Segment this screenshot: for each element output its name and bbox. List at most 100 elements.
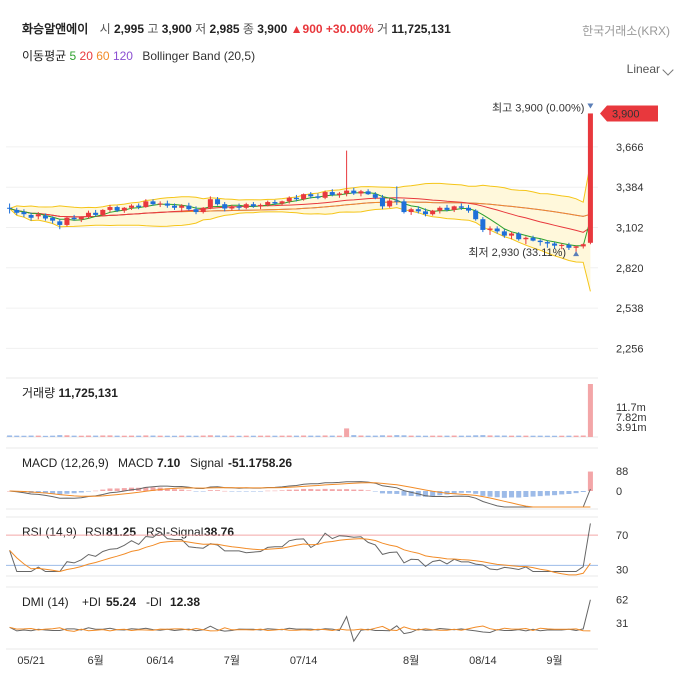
volume-bar — [537, 435, 543, 437]
candle-body — [64, 217, 70, 225]
rsi-y-tick: 70 — [616, 530, 628, 542]
candle-body — [587, 113, 593, 243]
dmi-mdi-label: -DI — [146, 595, 162, 609]
rsi-signal-line — [9, 538, 591, 576]
volume-bar — [580, 435, 586, 437]
macd-hist-bar — [272, 490, 278, 492]
macd-hist-bar — [365, 490, 371, 491]
candle-body — [21, 212, 27, 215]
price-y-tick: 3,384 — [616, 182, 644, 194]
macd-hist-bar — [458, 491, 464, 493]
macd-hist-bar — [172, 489, 178, 491]
macd-hist-bar — [236, 491, 242, 492]
volume-bar — [150, 435, 156, 437]
volume-bar — [544, 435, 550, 437]
volume-bar — [258, 435, 264, 437]
candle-body — [566, 244, 572, 248]
macd-hist-bar — [372, 491, 378, 492]
candle-body — [544, 242, 550, 244]
candle-body — [458, 206, 464, 208]
volume-bar — [523, 435, 529, 437]
candle-body — [114, 207, 120, 211]
candle-body — [365, 191, 371, 195]
volume-bar — [573, 435, 579, 437]
candle-body — [573, 246, 579, 248]
volume-bar — [387, 435, 393, 437]
candle-body — [430, 210, 436, 215]
x-axis-tick: 7월 — [224, 654, 240, 667]
macd-hist-bar — [222, 490, 228, 492]
volume-bar — [451, 435, 457, 437]
macd-hist-bar — [587, 471, 593, 491]
volume-bar — [552, 435, 558, 437]
candle-body — [222, 204, 228, 209]
macd-hist-bar — [516, 491, 522, 498]
dmi-pdi-value: 55.24 — [106, 595, 136, 609]
candle-body — [422, 211, 428, 215]
candle-body — [207, 199, 213, 208]
candle-body — [580, 244, 586, 247]
macd-hist-bar — [258, 491, 264, 492]
dmi-y-tick: 31 — [616, 618, 628, 630]
candle-body — [344, 190, 350, 194]
volume-panel-label: 거래량 11,725,131 — [22, 386, 118, 400]
volume-bar — [172, 435, 178, 437]
stock-chart[interactable]: 3,666 3,384 3,102 2,820 2,538 2,256 최고 3,900 (… — [0, 0, 680, 697]
macd-hist-bar — [387, 491, 393, 494]
candle-body — [193, 209, 199, 213]
macd-hist-bar — [315, 489, 321, 491]
volume-bar — [286, 435, 292, 437]
macd-hist-bar — [358, 489, 364, 491]
volume-bar — [415, 435, 421, 437]
macd-hist-bar — [487, 491, 493, 497]
volume-bar — [372, 435, 378, 437]
volume-bar — [207, 435, 213, 437]
candle-body — [215, 199, 221, 205]
volume-bar — [344, 428, 350, 437]
dmi-y-tick: 62 — [616, 595, 628, 607]
macd-hist-bar — [71, 491, 77, 494]
candle-body — [186, 205, 192, 210]
volume-bar — [530, 435, 536, 437]
volume-bar — [293, 435, 299, 437]
candle-body — [229, 206, 235, 209]
volume-bar — [28, 435, 34, 437]
macd-hist-bar — [243, 491, 249, 492]
volume-bar — [107, 435, 113, 437]
candle-body — [372, 194, 378, 198]
volume-bar — [308, 435, 314, 437]
volume-bar — [279, 435, 285, 437]
macd-hist-bar — [473, 491, 479, 494]
macd-value-label: MACD — [118, 456, 154, 470]
candle-body — [437, 207, 443, 211]
candle-body — [172, 205, 178, 208]
candle-body — [401, 201, 407, 213]
candle-body — [179, 205, 185, 208]
candle-body — [243, 204, 249, 208]
rsi-signal-label: RSI-Signal — [146, 525, 203, 539]
macd-hist-bar — [537, 491, 543, 497]
macd-hist-bar — [544, 491, 550, 496]
macd-hist-bar — [336, 489, 342, 491]
volume-bar — [121, 435, 127, 437]
volume-bar — [408, 435, 414, 437]
volume-bar — [215, 435, 221, 437]
volume-y-tick: 3.91m — [616, 422, 647, 434]
candle-body — [78, 217, 84, 220]
candle-body — [559, 244, 565, 246]
volume-bar — [7, 435, 13, 437]
volume-bar — [42, 435, 48, 437]
volume-bar — [516, 435, 522, 437]
candle-body — [351, 190, 357, 194]
candle-body — [35, 214, 41, 217]
candle-body — [164, 203, 170, 206]
macd-hist-bar — [186, 490, 192, 491]
candle-body — [466, 207, 472, 211]
volume-bar — [236, 435, 242, 437]
dmi-pdi-label: +DI — [82, 595, 101, 609]
volume-bar — [358, 435, 364, 437]
volume-bar — [265, 435, 271, 437]
macd-hist-bar — [193, 491, 199, 492]
macd-hist-bar — [494, 491, 500, 498]
candle-body — [50, 217, 56, 221]
